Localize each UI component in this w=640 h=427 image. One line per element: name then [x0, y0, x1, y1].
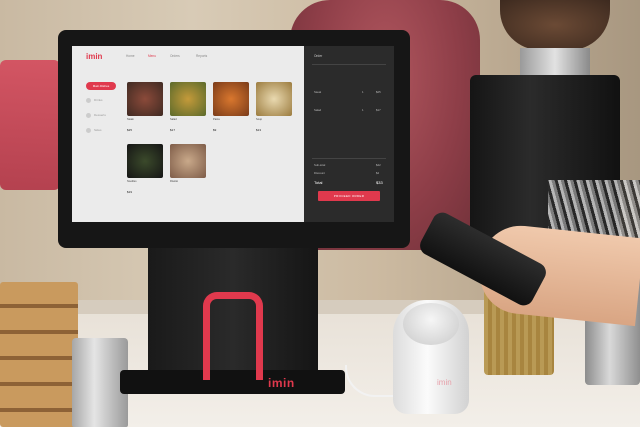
menu-tile-name: Noodles [127, 180, 137, 183]
sidebar-item[interactable]: Desserts [94, 113, 106, 117]
reader-logo: imin [437, 378, 452, 387]
menu-tile-price: $13 [256, 128, 262, 132]
menu-tile-name: Risotto [170, 180, 179, 183]
category-icon [86, 128, 91, 133]
sidebar-active-category[interactable]: Main Dishes [86, 82, 116, 90]
menu-tile-name: Salad [170, 118, 177, 121]
divider [312, 158, 386, 159]
order-line-name: Salad [314, 108, 322, 112]
menu-tile-image[interactable] [170, 82, 206, 116]
menu-tile-price: $25 [127, 128, 133, 132]
menu-tile-price: $17 [170, 128, 176, 132]
background-cup [0, 60, 60, 190]
menu-tile-price: $9 [213, 128, 217, 132]
order-line-qty[interactable]: 1 [362, 90, 364, 94]
nav-menu[interactable]: Menu [148, 54, 156, 58]
total-label: Total [314, 180, 323, 185]
menu-tile-image[interactable] [127, 82, 163, 116]
nav-reports[interactable]: Reports [196, 54, 207, 58]
category-icon [86, 98, 91, 103]
photo-scene: imin imin Home Menu Orders Reports Main … [0, 0, 640, 427]
sidebar-item[interactable]: Drinks [94, 98, 103, 102]
discount-value: $4 [376, 171, 380, 175]
nav-orders[interactable]: Orders [170, 54, 180, 58]
menu-tile-name: Soup [256, 118, 263, 121]
total-value: $33 [376, 180, 383, 185]
order-title: Order [314, 54, 323, 58]
menu-tile-image[interactable] [256, 82, 292, 116]
order-line-name: Steak [314, 90, 322, 94]
menu-tile-image[interactable] [213, 82, 249, 116]
divider [312, 64, 386, 65]
pos-screen[interactable]: imin Home Menu Orders Reports Main Dishe… [72, 46, 394, 222]
menu-tile-name: Steak [127, 118, 134, 121]
menu-tile-price: $19 [127, 190, 133, 194]
order-panel: Order Steak 1 $25 Salad 1 $17 Sub-total … [304, 46, 394, 222]
app-logo: imin [86, 52, 103, 61]
proceed-order-label: PROCEED ORDER [333, 194, 365, 198]
category-icon [86, 113, 91, 118]
discount-label: Discount [314, 171, 325, 175]
proceed-order-button[interactable]: PROCEED ORDER [318, 191, 380, 201]
order-line-qty[interactable]: 1 [362, 108, 364, 112]
subtotal-value: $42 [376, 163, 381, 167]
menu-tile-image[interactable] [127, 144, 163, 178]
nav-home[interactable]: Home [126, 54, 135, 58]
base-logo: imin [268, 376, 295, 390]
order-line-price: $17 [376, 108, 381, 112]
sidebar-active-label: Main Dishes [92, 84, 110, 88]
subtotal-label: Sub-total [314, 163, 326, 167]
red-handle [203, 292, 263, 380]
grinder-collar [520, 48, 590, 78]
order-line-price: $25 [376, 90, 381, 94]
reader-scan-area [403, 303, 459, 345]
menu-tile-image[interactable] [170, 144, 206, 178]
menu-tile-name: Pasta [213, 118, 220, 121]
sidebar-item[interactable]: Sides [94, 128, 102, 132]
wooden-crate [0, 282, 78, 427]
